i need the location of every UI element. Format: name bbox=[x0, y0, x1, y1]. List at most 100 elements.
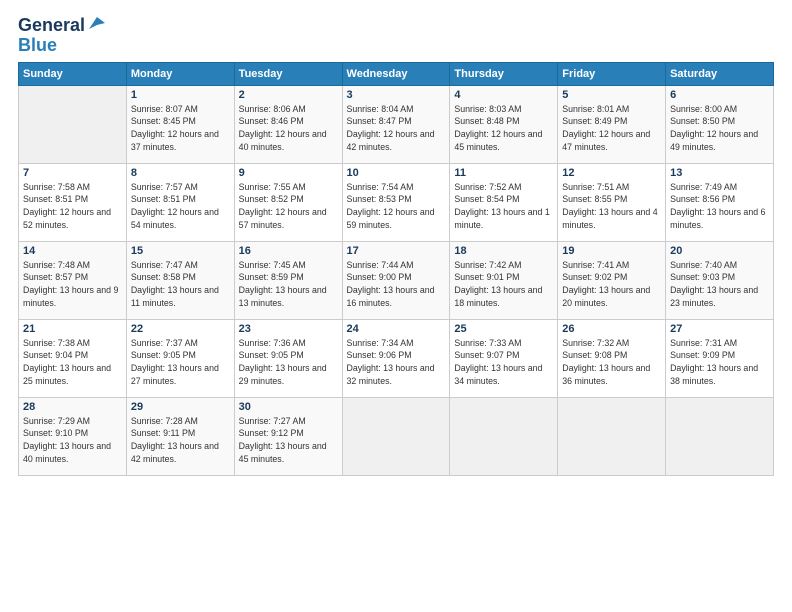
calendar-week-row: 1Sunrise: 8:07 AM Sunset: 8:45 PM Daylig… bbox=[19, 85, 774, 163]
cell-info: Sunrise: 8:03 AM Sunset: 8:48 PM Dayligh… bbox=[454, 103, 553, 154]
cell-info: Sunrise: 8:04 AM Sunset: 8:47 PM Dayligh… bbox=[347, 103, 446, 154]
calendar-header-row: SundayMondayTuesdayWednesdayThursdayFrid… bbox=[19, 62, 774, 85]
day-number: 4 bbox=[454, 89, 553, 101]
calendar-cell: 28 Sunrise: 7:29 AM Sunset: 9:10 PM Dayli… bbox=[19, 397, 127, 475]
cell-content: 7 Sunrise: 7:58 AM Sunset: 8:51 PM Daylig… bbox=[23, 167, 122, 232]
cell-info: Sunrise: 7:33 AM Sunset: 9:07 PM Dayligh… bbox=[454, 337, 553, 388]
calendar-cell: 20 Sunrise: 7:40 AM Sunset: 9:03 PM Dayli… bbox=[666, 241, 774, 319]
cell-content: 24Sunrise: 7:34 AM Sunset: 9:06 PM Dayli… bbox=[347, 323, 446, 388]
logo-blue: Blue bbox=[18, 36, 57, 56]
page-header: General Blue bbox=[18, 16, 774, 56]
calendar-cell: 9 Sunrise: 7:55 AM Sunset: 8:52 PM Daylig… bbox=[234, 163, 342, 241]
day-number: 20 bbox=[670, 245, 769, 257]
day-number: 12 bbox=[562, 167, 661, 179]
calendar-cell: 8 Sunrise: 7:57 AM Sunset: 8:51 PM Daylig… bbox=[126, 163, 234, 241]
cell-info: Sunrise: 7:58 AM Sunset: 8:51 PM Dayligh… bbox=[23, 181, 122, 232]
cell-info: Sunrise: 7:55 AM Sunset: 8:52 PM Dayligh… bbox=[239, 181, 338, 232]
day-number: 27 bbox=[670, 323, 769, 335]
cell-info: Sunrise: 7:29 AM Sunset: 9:10 PM Dayligh… bbox=[23, 415, 122, 466]
cell-info: Sunrise: 8:00 AM Sunset: 8:50 PM Dayligh… bbox=[670, 103, 769, 154]
calendar-cell: 12Sunrise: 7:51 AM Sunset: 8:55 PM Dayli… bbox=[558, 163, 666, 241]
calendar-table: SundayMondayTuesdayWednesdayThursdayFrid… bbox=[18, 62, 774, 476]
day-number: 29 bbox=[131, 401, 230, 413]
cell-info: Sunrise: 7:31 AM Sunset: 9:09 PM Dayligh… bbox=[670, 337, 769, 388]
calendar-header-wednesday: Wednesday bbox=[342, 62, 450, 85]
day-number: 26 bbox=[562, 323, 661, 335]
cell-info: Sunrise: 7:47 AM Sunset: 8:58 PM Dayligh… bbox=[131, 259, 230, 310]
cell-content: 21 Sunrise: 7:38 AM Sunset: 9:04 PM Dayli… bbox=[23, 323, 122, 388]
cell-info: Sunrise: 7:38 AM Sunset: 9:04 PM Dayligh… bbox=[23, 337, 122, 388]
cell-content: 18 Sunrise: 7:42 AM Sunset: 9:01 PM Dayli… bbox=[454, 245, 553, 310]
cell-info: Sunrise: 7:36 AM Sunset: 9:05 PM Dayligh… bbox=[239, 337, 338, 388]
cell-info: Sunrise: 7:42 AM Sunset: 9:01 PM Dayligh… bbox=[454, 259, 553, 310]
calendar-cell: 3 Sunrise: 8:04 AM Sunset: 8:47 PM Daylig… bbox=[342, 85, 450, 163]
day-number: 16 bbox=[239, 245, 338, 257]
calendar-cell: 30Sunrise: 7:27 AM Sunset: 9:12 PM Dayli… bbox=[234, 397, 342, 475]
calendar-cell: 25Sunrise: 7:33 AM Sunset: 9:07 PM Dayli… bbox=[450, 319, 558, 397]
logo: General Blue bbox=[18, 16, 105, 56]
day-number: 18 bbox=[454, 245, 553, 257]
cell-info: Sunrise: 7:28 AM Sunset: 9:11 PM Dayligh… bbox=[131, 415, 230, 466]
calendar-cell: 27 Sunrise: 7:31 AM Sunset: 9:09 PM Dayli… bbox=[666, 319, 774, 397]
calendar-week-row: 7 Sunrise: 7:58 AM Sunset: 8:51 PM Daylig… bbox=[19, 163, 774, 241]
calendar-week-row: 28 Sunrise: 7:29 AM Sunset: 9:10 PM Dayli… bbox=[19, 397, 774, 475]
day-number: 10 bbox=[347, 167, 446, 179]
day-number: 13 bbox=[670, 167, 769, 179]
cell-info: Sunrise: 7:54 AM Sunset: 8:53 PM Dayligh… bbox=[347, 181, 446, 232]
calendar-cell bbox=[19, 85, 127, 163]
cell-info: Sunrise: 7:34 AM Sunset: 9:06 PM Dayligh… bbox=[347, 337, 446, 388]
day-number: 1 bbox=[131, 89, 230, 101]
day-number: 17 bbox=[347, 245, 446, 257]
cell-info: Sunrise: 8:01 AM Sunset: 8:49 PM Dayligh… bbox=[562, 103, 661, 154]
cell-content: 2Sunrise: 8:06 AM Sunset: 8:46 PM Daylig… bbox=[239, 89, 338, 154]
cell-content: 29 Sunrise: 7:28 AM Sunset: 9:11 PM Dayli… bbox=[131, 401, 230, 466]
day-number: 11 bbox=[454, 167, 553, 179]
calendar-header-monday: Monday bbox=[126, 62, 234, 85]
cell-content: 12Sunrise: 7:51 AM Sunset: 8:55 PM Dayli… bbox=[562, 167, 661, 232]
calendar-cell: 16 Sunrise: 7:45 AM Sunset: 8:59 PM Dayli… bbox=[234, 241, 342, 319]
day-number: 9 bbox=[239, 167, 338, 179]
calendar-cell: 24Sunrise: 7:34 AM Sunset: 9:06 PM Dayli… bbox=[342, 319, 450, 397]
cell-content: 10 Sunrise: 7:54 AM Sunset: 8:53 PM Dayli… bbox=[347, 167, 446, 232]
cell-info: Sunrise: 7:57 AM Sunset: 8:51 PM Dayligh… bbox=[131, 181, 230, 232]
calendar-header-friday: Friday bbox=[558, 62, 666, 85]
calendar-week-row: 21 Sunrise: 7:38 AM Sunset: 9:04 PM Dayli… bbox=[19, 319, 774, 397]
calendar-cell: 18 Sunrise: 7:42 AM Sunset: 9:01 PM Dayli… bbox=[450, 241, 558, 319]
cell-content: 27 Sunrise: 7:31 AM Sunset: 9:09 PM Dayli… bbox=[670, 323, 769, 388]
calendar-header-thursday: Thursday bbox=[450, 62, 558, 85]
cell-content: 1Sunrise: 8:07 AM Sunset: 8:45 PM Daylig… bbox=[131, 89, 230, 154]
calendar-cell bbox=[450, 397, 558, 475]
cell-content: 3 Sunrise: 8:04 AM Sunset: 8:47 PM Daylig… bbox=[347, 89, 446, 154]
cell-content: 4 Sunrise: 8:03 AM Sunset: 8:48 PM Daylig… bbox=[454, 89, 553, 154]
cell-content: 9 Sunrise: 7:55 AM Sunset: 8:52 PM Daylig… bbox=[239, 167, 338, 232]
day-number: 21 bbox=[23, 323, 122, 335]
day-number: 28 bbox=[23, 401, 122, 413]
cell-info: Sunrise: 7:44 AM Sunset: 9:00 PM Dayligh… bbox=[347, 259, 446, 310]
cell-content: 22Sunrise: 7:37 AM Sunset: 9:05 PM Dayli… bbox=[131, 323, 230, 388]
cell-content: 16 Sunrise: 7:45 AM Sunset: 8:59 PM Dayli… bbox=[239, 245, 338, 310]
day-number: 6 bbox=[670, 89, 769, 101]
logo-bird-icon bbox=[87, 15, 105, 33]
cell-info: Sunrise: 7:40 AM Sunset: 9:03 PM Dayligh… bbox=[670, 259, 769, 310]
cell-content: 20 Sunrise: 7:40 AM Sunset: 9:03 PM Dayli… bbox=[670, 245, 769, 310]
day-number: 7 bbox=[23, 167, 122, 179]
cell-info: Sunrise: 8:06 AM Sunset: 8:46 PM Dayligh… bbox=[239, 103, 338, 154]
day-number: 3 bbox=[347, 89, 446, 101]
cell-info: Sunrise: 7:49 AM Sunset: 8:56 PM Dayligh… bbox=[670, 181, 769, 232]
calendar-cell: 26 Sunrise: 7:32 AM Sunset: 9:08 PM Dayli… bbox=[558, 319, 666, 397]
cell-content: 5Sunrise: 8:01 AM Sunset: 8:49 PM Daylig… bbox=[562, 89, 661, 154]
cell-content: 19Sunrise: 7:41 AM Sunset: 9:02 PM Dayli… bbox=[562, 245, 661, 310]
calendar-cell: 23 Sunrise: 7:36 AM Sunset: 9:05 PM Dayli… bbox=[234, 319, 342, 397]
calendar-cell: 13 Sunrise: 7:49 AM Sunset: 8:56 PM Dayli… bbox=[666, 163, 774, 241]
cell-info: Sunrise: 7:32 AM Sunset: 9:08 PM Dayligh… bbox=[562, 337, 661, 388]
calendar-cell bbox=[342, 397, 450, 475]
cell-content: 8 Sunrise: 7:57 AM Sunset: 8:51 PM Daylig… bbox=[131, 167, 230, 232]
calendar-cell: 7 Sunrise: 7:58 AM Sunset: 8:51 PM Daylig… bbox=[19, 163, 127, 241]
cell-content: 13 Sunrise: 7:49 AM Sunset: 8:56 PM Dayli… bbox=[670, 167, 769, 232]
cell-content: 17 Sunrise: 7:44 AM Sunset: 9:00 PM Dayli… bbox=[347, 245, 446, 310]
day-number: 23 bbox=[239, 323, 338, 335]
cell-info: Sunrise: 7:45 AM Sunset: 8:59 PM Dayligh… bbox=[239, 259, 338, 310]
cell-content: 23 Sunrise: 7:36 AM Sunset: 9:05 PM Dayli… bbox=[239, 323, 338, 388]
day-number: 8 bbox=[131, 167, 230, 179]
cell-content: 28 Sunrise: 7:29 AM Sunset: 9:10 PM Dayli… bbox=[23, 401, 122, 466]
